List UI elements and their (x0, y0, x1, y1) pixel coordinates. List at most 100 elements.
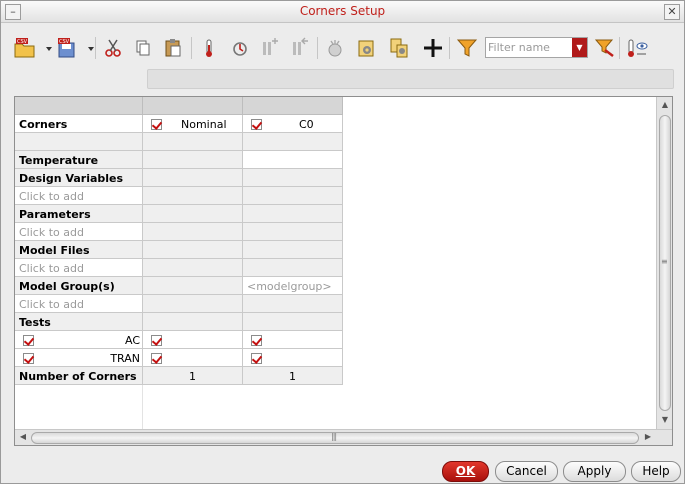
help-button[interactable]: Help (631, 461, 681, 482)
title-bar: – Corners Setup ✕ (1, 1, 684, 23)
test-ac-checkbox[interactable] (23, 335, 34, 346)
ac-nominal-checkbox[interactable] (151, 335, 162, 346)
toolbar: CSV CSV Filter name ▼ (13, 34, 675, 62)
cancel-button[interactable]: Cancel (495, 461, 558, 482)
scroll-left-icon[interactable]: ◀ (16, 430, 30, 444)
move-icon[interactable] (421, 36, 445, 60)
spacer-cell (243, 133, 343, 151)
empty-cell (243, 313, 343, 331)
scroll-down-icon[interactable]: ▼ (658, 413, 672, 427)
toolbar-separator (449, 37, 450, 59)
ac-nominal-cell[interactable] (143, 331, 243, 349)
svg-text:CSV: CSV (59, 39, 70, 45)
toolbar-separator (619, 37, 620, 59)
test-ac-label: AC (124, 334, 140, 347)
add-model-file[interactable]: Click to add (15, 259, 143, 277)
tran-c0-cell[interactable] (243, 349, 343, 367)
row-label-design-variables: Design Variables (15, 169, 143, 187)
empty-cell (143, 241, 243, 259)
empty-cell (243, 295, 343, 313)
open-csv-dropdown-icon[interactable] (37, 36, 52, 60)
corners-table: Corners Nominal C0 Temperature Design Va… (14, 96, 673, 446)
empty-cell (243, 223, 343, 241)
open-csv-icon[interactable]: CSV (13, 36, 37, 60)
cut-icon[interactable] (101, 36, 125, 60)
tran-nominal-cell[interactable] (143, 349, 243, 367)
row-label-corners: Corners (15, 115, 143, 133)
temperature-cell-nominal (143, 151, 243, 169)
design-variables-cell-c0 (243, 169, 343, 187)
empty-cell (143, 313, 243, 331)
help-button-label: Help (642, 464, 670, 478)
apply-button[interactable]: Apply (563, 461, 626, 482)
corner-nominal-checkbox[interactable] (151, 119, 162, 130)
column-divider (142, 385, 143, 429)
clear-icon[interactable] (323, 36, 347, 60)
corner-name-c0: C0 (299, 118, 314, 131)
show-hide-icon[interactable] (625, 36, 649, 60)
model-group-cell-c0[interactable]: <modelgroup> (243, 277, 343, 295)
toolbar-separator (317, 37, 318, 59)
temperature-cell-c0[interactable] (243, 151, 343, 169)
corner-c0-checkbox[interactable] (251, 119, 262, 130)
test-tran-label: TRAN (110, 352, 140, 365)
add-temperature-icon[interactable] (197, 36, 221, 60)
paste-icon[interactable] (161, 36, 185, 60)
empty-cell (143, 259, 243, 277)
grip-icon: ||| (331, 432, 337, 441)
spacer-cell (15, 133, 143, 151)
design-variables-cell-nominal (143, 169, 243, 187)
save-csv-icon[interactable]: CSV (55, 36, 79, 60)
scroll-up-icon[interactable]: ▲ (658, 98, 672, 112)
ok-button[interactable]: OK (442, 461, 489, 482)
corner-cell-nominal[interactable]: Nominal (143, 115, 243, 133)
row-label-temperature: Temperature (15, 151, 143, 169)
tran-nominal-checkbox[interactable] (151, 353, 162, 364)
corners-setup-window: – Corners Setup ✕ CSV CSV Filter name ▼ … (0, 0, 685, 484)
scroll-right-icon[interactable]: ▶ (641, 430, 655, 444)
filter-name-input[interactable] (488, 39, 572, 56)
row-label-tests: Tests (15, 313, 143, 331)
tran-c0-checkbox[interactable] (251, 353, 262, 364)
clear-filter-icon[interactable] (593, 36, 617, 60)
filter-name-box: ▼ (485, 37, 588, 58)
ac-c0-checkbox[interactable] (251, 335, 262, 346)
test-tran-checkbox[interactable] (23, 353, 34, 364)
empty-cell (243, 259, 343, 277)
close-button[interactable]: ✕ (664, 4, 680, 20)
ac-c0-cell[interactable] (243, 331, 343, 349)
empty-cell (143, 187, 243, 205)
column-header-nominal[interactable] (143, 97, 243, 115)
filter-dropdown-icon[interactable]: ▼ (572, 38, 587, 57)
empty-cell (143, 295, 243, 313)
copy-icon[interactable] (131, 36, 155, 60)
horizontal-scrollbar[interactable]: ◀ ||| ▶ (15, 429, 672, 445)
filter-icon[interactable] (455, 36, 479, 60)
save-csv-dropdown-icon[interactable] (79, 36, 94, 60)
add-design-variable[interactable]: Click to add (15, 187, 143, 205)
toolbar-separator (191, 37, 192, 59)
empty-cell (243, 205, 343, 223)
row-header-column (15, 97, 143, 115)
empty-cell (243, 187, 343, 205)
row-label-model-groups: Model Group(s) (15, 277, 143, 295)
add-model-file-icon[interactable] (287, 36, 311, 60)
add-variable-icon[interactable] (229, 36, 253, 60)
empty-cell (143, 223, 243, 241)
add-model-group[interactable]: Click to add (15, 295, 143, 313)
model-group-cell-nominal (143, 277, 243, 295)
settings-icon[interactable] (355, 36, 379, 60)
cancel-button-label: Cancel (506, 464, 547, 478)
apply-button-label: Apply (577, 464, 612, 478)
number-of-corners-c0: 1 (243, 367, 343, 385)
import-icon[interactable] (387, 36, 411, 60)
add-parameter-icon[interactable] (257, 36, 281, 60)
column-header-c0[interactable] (243, 97, 343, 115)
empty-cell (143, 205, 243, 223)
grip-icon: ≡ (661, 257, 668, 266)
test-row-ac: AC (15, 331, 143, 349)
vertical-scrollbar[interactable]: ▲ ≡ ▼ (656, 97, 672, 429)
corner-cell-c0[interactable]: C0 (243, 115, 343, 133)
add-parameter[interactable]: Click to add (15, 223, 143, 241)
row-label-number-of-corners: Number of Corners (15, 367, 143, 385)
